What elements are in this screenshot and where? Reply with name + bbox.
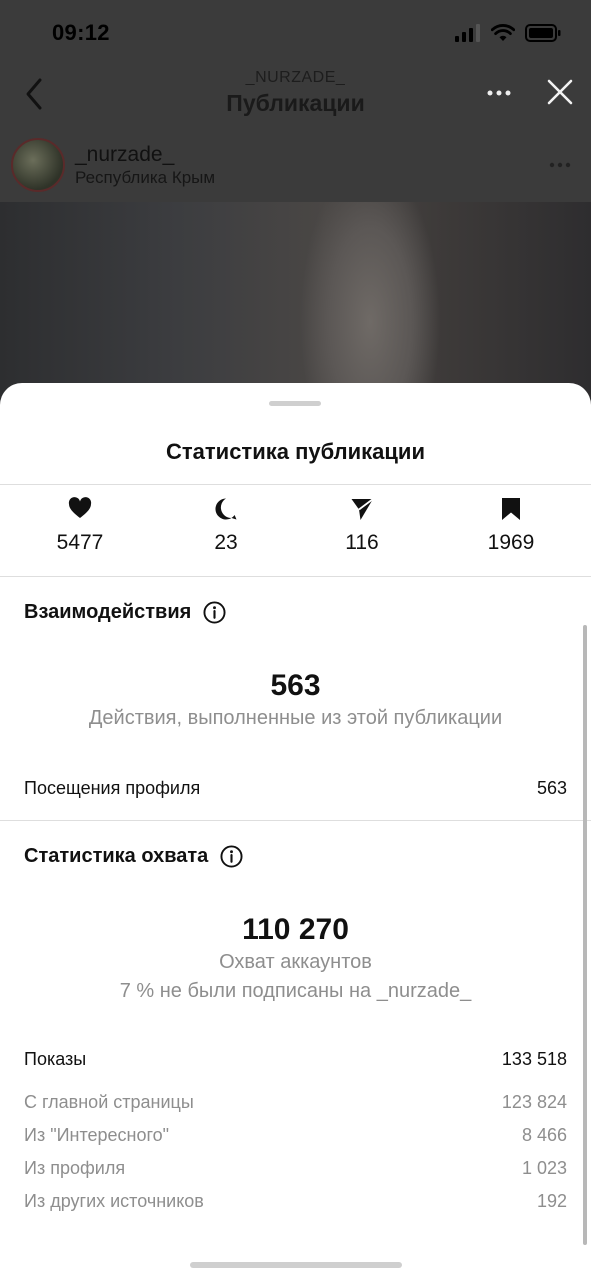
profile-visits-row: Посещения профиля 563 [24, 778, 567, 804]
shares-metric: 116 [302, 491, 422, 576]
row-label: С главной страницы [24, 1092, 194, 1112]
status-bar: 09:12 [0, 0, 591, 62]
divider [0, 576, 591, 577]
source-row: Из "Интересного" 8 466 [24, 1125, 567, 1151]
info-icon[interactable] [220, 845, 243, 868]
saves-metric: 1969 [451, 491, 571, 576]
home-indicator[interactable] [190, 1262, 402, 1268]
source-row: С главной страницы 123 824 [24, 1092, 567, 1118]
more-options-icon[interactable] [487, 89, 511, 97]
likes-count: 5477 [56, 531, 104, 554]
likes-metric: 5477 [20, 491, 140, 576]
row-value: 1 023 [521, 1158, 567, 1178]
interactions-header: Взаимодействия [24, 601, 226, 624]
row-label: Из других источников [24, 1191, 204, 1211]
row-value: 8 466 [521, 1125, 567, 1145]
reach-header: Статистика охвата [24, 845, 243, 868]
nav-subtitle: _NURZADE_ [245, 69, 346, 86]
info-icon[interactable] [203, 601, 226, 624]
source-row: Из профиля 1 023 [24, 1158, 567, 1184]
post-photo [0, 202, 591, 402]
top-nav: _NURZADE_ Публикации [0, 62, 591, 132]
send-icon [351, 498, 374, 520]
scrollbar[interactable] [583, 625, 587, 1245]
interactions-total: 563 [270, 669, 321, 702]
source-row: Из других источников 192 [24, 1191, 567, 1217]
row-value: 133 518 [501, 1049, 567, 1069]
non-followers-caption: 7 % не были подписаны на _nurzade_ [119, 980, 472, 1002]
post-author-row: _nurzade_ Республика Крым [0, 132, 591, 202]
status-time: 09:12 [52, 20, 110, 45]
post-options-icon[interactable] [549, 162, 571, 168]
wifi-icon [491, 24, 515, 41]
row-label: Из "Интересного" [24, 1125, 170, 1145]
heart-icon [68, 497, 92, 518]
comments-metric: 23 [166, 491, 286, 576]
reach-total: 110 270 [242, 913, 349, 946]
reach-title: Статистика охвата [24, 845, 209, 867]
comment-icon [215, 498, 237, 520]
interactions-title: Взаимодействия [24, 601, 192, 623]
author-location[interactable]: Республика Крым [75, 168, 215, 188]
interactions-caption: Действия, выполненные из этой публикации [88, 707, 503, 729]
row-value: 192 [536, 1191, 567, 1211]
bookmark-icon [502, 498, 520, 520]
sheet-title: Статистика публикации [166, 439, 425, 464]
divider [0, 484, 591, 485]
engagement-metrics: 5477 23 116 1969 [0, 491, 591, 576]
status-icons [455, 22, 561, 44]
author-username[interactable]: _nurzade_ [75, 143, 174, 167]
close-icon[interactable] [545, 77, 575, 107]
insights-sheet: Статистика публикации 5477 23 116 1969 В… [0, 383, 591, 1280]
divider [0, 820, 591, 821]
row-label: Показы [24, 1049, 87, 1069]
saves-count: 1969 [487, 531, 535, 554]
sheet-grabber[interactable] [269, 401, 321, 406]
row-label: Из профиля [24, 1158, 126, 1178]
row-value: 123 824 [501, 1092, 567, 1112]
cellular-signal-icon [455, 24, 480, 42]
row-label: Посещения профиля [24, 778, 201, 798]
impressions-row: Показы 133 518 [24, 1049, 567, 1075]
avatar[interactable] [11, 138, 65, 192]
comments-count: 23 [214, 531, 238, 554]
battery-icon [525, 24, 561, 42]
row-value: 563 [536, 778, 567, 798]
shares-count: 116 [345, 531, 379, 554]
reach-caption: Охват аккаунтов [219, 951, 372, 973]
